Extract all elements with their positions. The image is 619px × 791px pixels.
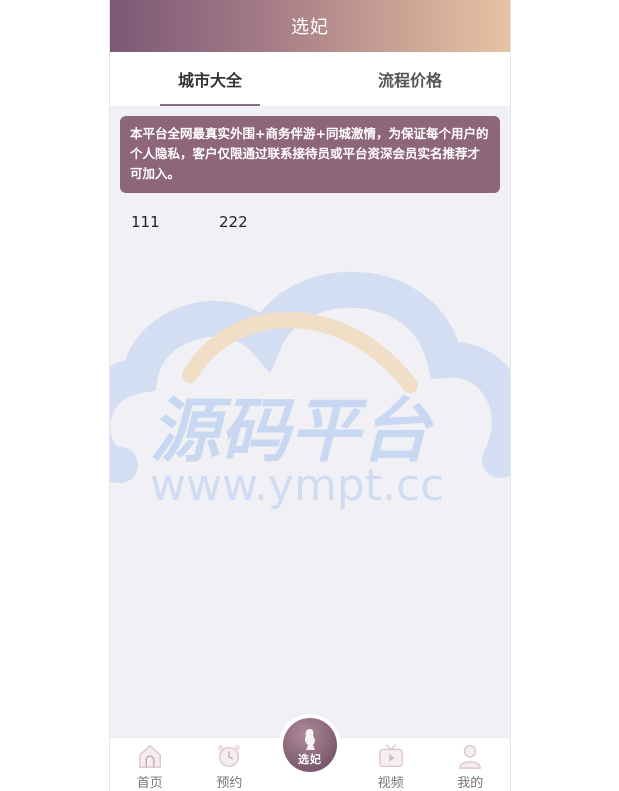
page-title: 选妃 xyxy=(291,17,329,38)
city-item[interactable]: 111 xyxy=(131,213,219,231)
tab-mine[interactable]: 我的 xyxy=(430,738,510,791)
bottom-tabbar: 首页 预约 选妃 视频 我的 xyxy=(110,714,510,791)
center-select-label: 选妃 xyxy=(298,753,323,766)
woman-silhouette-icon xyxy=(304,729,316,750)
home-icon xyxy=(138,744,161,768)
center-select-button[interactable]: 选妃 xyxy=(279,714,342,776)
city-item[interactable]: 222 xyxy=(219,213,307,231)
cloud-arc xyxy=(182,312,418,393)
tab-bar-top: 城市大全 流程价格 xyxy=(110,52,510,106)
tab-home-label: 首页 xyxy=(136,776,163,791)
center-select-inner: 选妃 xyxy=(283,718,338,772)
watermark-url: www.ympt.cc xyxy=(150,460,444,511)
alarm-clock-icon xyxy=(218,744,241,767)
tab-center-wrap: 选妃 xyxy=(269,714,351,791)
tab-mine-label: 我的 xyxy=(457,776,484,791)
app-screen: 选妃 城市大全 流程价格 本平台全网最真实外围+商务伴游+同城激情，为保证每个用… xyxy=(109,0,511,791)
tab-video[interactable]: 视频 xyxy=(351,738,431,791)
watermark-logo: 源码平台 www.ympt.cc xyxy=(110,271,510,511)
tv-icon xyxy=(378,744,403,767)
city-list: 111 222 xyxy=(110,193,510,231)
tab-video-label: 视频 xyxy=(377,776,404,791)
notice-banner: 本平台全网最真实外围+商务伴游+同城激情，为保证每个用户的个人隐私，客户仅限通过… xyxy=(120,116,500,193)
tab-booking-label: 预约 xyxy=(216,776,243,791)
tab-process-price[interactable]: 流程价格 xyxy=(310,52,510,106)
user-icon xyxy=(459,745,482,769)
cloud-shape xyxy=(110,271,510,483)
tab-booking[interactable]: 预约 xyxy=(190,738,270,791)
tab-home[interactable]: 首页 xyxy=(110,738,190,791)
tab-city-list[interactable]: 城市大全 xyxy=(110,52,310,106)
top-header: 选妃 xyxy=(110,0,510,52)
watermark-title: 源码平台 xyxy=(150,390,434,472)
